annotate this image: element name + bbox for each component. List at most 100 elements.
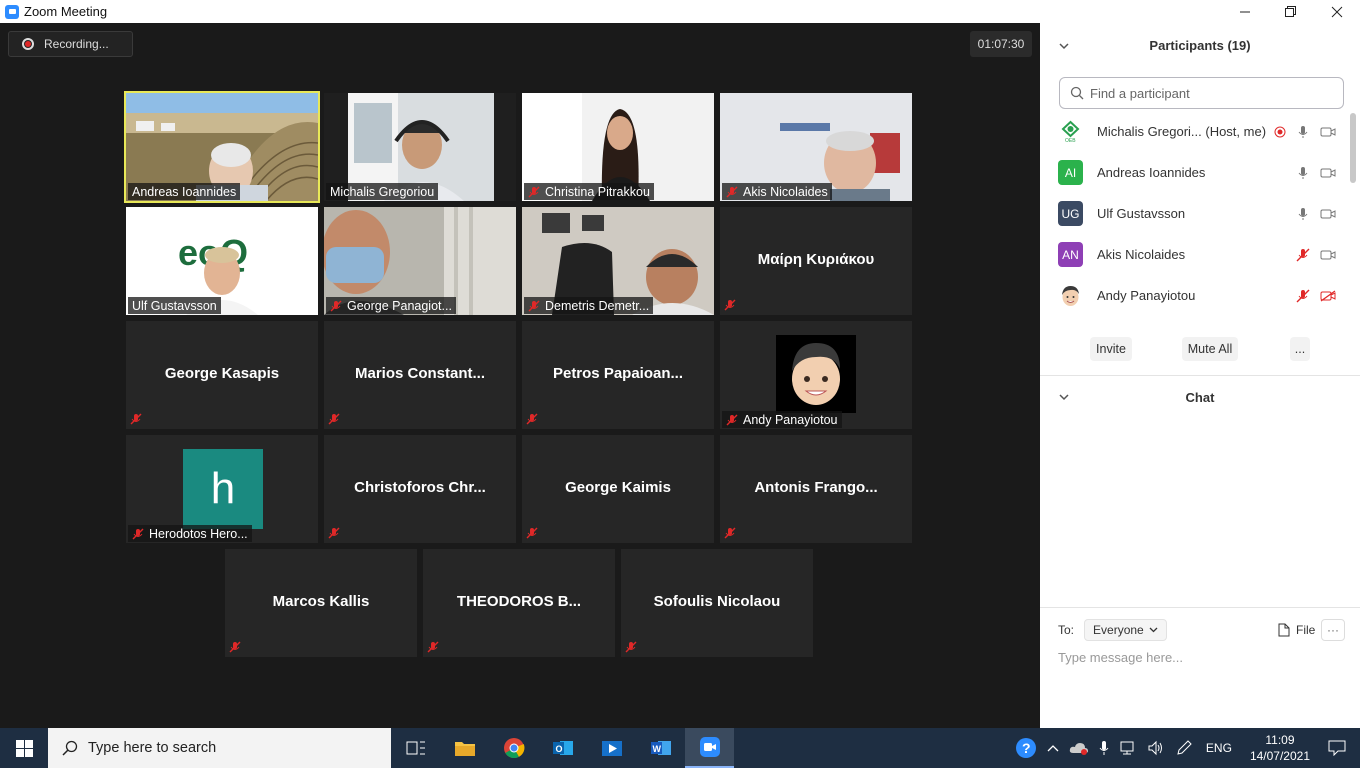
video-tile-michalis[interactable]: Michalis Gregoriou	[324, 93, 516, 201]
camera-icon[interactable]	[1320, 208, 1336, 220]
taskbar-search-input[interactable]: Type here to search	[48, 728, 391, 768]
video-tile-demetris[interactable]: Demetris Demetr...	[522, 207, 714, 315]
file-explorer-button[interactable]	[440, 728, 489, 768]
name-tile-theodoros[interactable]: THEODOROS B...	[423, 549, 615, 657]
video-tile-george-p[interactable]: George Panagiot...	[324, 207, 516, 315]
chevron-down-icon[interactable]	[1059, 41, 1069, 51]
camera-icon[interactable]	[1320, 249, 1336, 261]
participant-search-input[interactable]: Find a participant	[1059, 77, 1344, 109]
participant-row[interactable]: UG Ulf Gustavsson	[1040, 193, 1360, 234]
volume-button[interactable]	[1142, 740, 1170, 756]
task-view-button[interactable]	[391, 728, 440, 768]
notifications-button[interactable]	[1320, 740, 1360, 756]
initials-avatar: AI	[1058, 160, 1083, 185]
name-tile-antonis[interactable]: Antonis Frango...	[720, 435, 912, 543]
name-tile-christoforos[interactable]: Christoforos Chr...	[324, 435, 516, 543]
network-button[interactable]	[1114, 740, 1142, 756]
notification-icon	[1328, 740, 1346, 756]
muted-mic-icon	[229, 641, 241, 653]
memoji-avatar	[1058, 283, 1083, 308]
close-window-button[interactable]	[1314, 0, 1360, 23]
video-tile-akis[interactable]: Akis Nicolaides	[720, 93, 912, 201]
participant-name: Μαίρη Κυριάκου	[757, 251, 875, 268]
svg-text:O: O	[555, 744, 562, 754]
mic-icon[interactable]	[1296, 207, 1310, 221]
participant-row[interactable]: Andy Panayiotou	[1040, 275, 1360, 316]
mic-icon[interactable]	[1296, 125, 1310, 139]
name-tile-marios[interactable]: Marios Constant...	[324, 321, 516, 429]
muted-mic-icon	[528, 186, 540, 197]
avatar-tile-andy[interactable]: Andy Panayiotou	[720, 321, 912, 429]
video-tile-andreas[interactable]: Andreas Ioannides	[124, 91, 320, 203]
restore-button[interactable]	[1268, 0, 1314, 23]
participants-header: Participants (19)	[1040, 23, 1360, 68]
camera-icon[interactable]	[1320, 126, 1336, 138]
video-off-icon[interactable]	[1320, 289, 1336, 302]
recording-label: Recording...	[44, 37, 109, 51]
windows-taskbar: Type here to search O W ? ENG 11:09 14/0…	[0, 728, 1360, 768]
chat-message-input[interactable]: Type message here...	[1058, 650, 1183, 665]
recipient-dropdown[interactable]: Everyone	[1084, 619, 1167, 641]
participant-name: Marios Constant...	[354, 365, 485, 382]
name-tile-petros[interactable]: Petros Papaioan...	[522, 321, 714, 429]
chat-more-button[interactable]: ···	[1321, 619, 1345, 641]
muted-mic-icon	[724, 299, 736, 311]
camera-icon[interactable]	[1320, 167, 1336, 179]
participant-name: Michalis Gregori... (Host, me)	[1097, 124, 1267, 139]
name-tile-sofoulis[interactable]: Sofoulis Nicolaou	[621, 549, 813, 657]
video-tile-ulf[interactable]: eoQ Ulf Gustavsson	[126, 207, 318, 315]
word-button[interactable]: W	[636, 728, 685, 768]
participant-caption: Akis Nicolaides	[722, 183, 832, 200]
search-icon	[62, 740, 78, 756]
zoom-taskbar-button[interactable]	[685, 728, 734, 768]
title-bar: Zoom Meeting	[0, 0, 1360, 23]
mute-all-button[interactable]: Mute All	[1182, 337, 1238, 361]
name-tile-marcos[interactable]: Marcos Kallis	[225, 549, 417, 657]
meeting-timer: 01:07:30	[970, 31, 1032, 57]
chat-recipient-row: To: Everyone File ···	[1058, 619, 1348, 641]
participant-row[interactable]: AI Andreas Ioannides	[1040, 152, 1360, 193]
start-button[interactable]	[0, 728, 48, 768]
muted-mic-icon	[726, 414, 738, 425]
record-icon	[22, 38, 34, 50]
participant-row[interactable]: OEB Michalis Gregori... (Host, me)	[1040, 111, 1360, 152]
participant-row[interactable]: AN Akis Nicolaides	[1040, 234, 1360, 275]
system-clock[interactable]: 11:09 14/07/2021	[1240, 732, 1320, 764]
participant-name: Petros Papaioan...	[552, 365, 684, 382]
chevron-down-icon[interactable]	[1059, 392, 1069, 402]
onedrive-button[interactable]	[1064, 741, 1094, 755]
video-tile-christina[interactable]: Christina Pitrakkou	[522, 93, 714, 201]
microphone-tray-button[interactable]	[1094, 740, 1114, 756]
invite-button[interactable]: Invite	[1090, 337, 1132, 361]
participant-name: George Kaimis	[565, 479, 671, 496]
name-tile-george-kasapis[interactable]: George Kasapis	[126, 321, 318, 429]
show-hidden-icons-button[interactable]	[1042, 744, 1064, 752]
chrome-button[interactable]	[489, 728, 538, 768]
muted-mic-icon	[328, 527, 340, 539]
muted-mic-icon	[724, 527, 736, 539]
muted-mic-icon[interactable]	[1296, 289, 1310, 303]
mic-icon[interactable]	[1296, 166, 1310, 180]
muted-mic-icon[interactable]	[1296, 248, 1310, 262]
help-button[interactable]: ?	[1010, 737, 1042, 759]
more-options-button[interactable]: ...	[1290, 337, 1310, 361]
outlook-button[interactable]: O	[538, 728, 587, 768]
participant-name: Christoforos Chr...	[354, 479, 486, 496]
participant-list: OEB Michalis Gregori... (Host, me) AI An…	[1040, 111, 1360, 316]
recording-indicator[interactable]: Recording...	[8, 31, 133, 57]
minimize-button[interactable]	[1222, 0, 1268, 23]
letter-avatar: h	[183, 449, 263, 529]
participant-name: Andy Panayiotou	[1097, 288, 1196, 303]
name-tile-george-kaimis[interactable]: George Kaimis	[522, 435, 714, 543]
file-button[interactable]: File	[1278, 623, 1315, 637]
file-label: File	[1296, 623, 1316, 637]
language-indicator[interactable]: ENG	[1198, 741, 1240, 755]
avatar-tile-herodotos[interactable]: h Herodotos Hero...	[126, 435, 318, 543]
folder-icon	[454, 742, 475, 756]
memoji-avatar	[776, 335, 856, 413]
name-tile-mairi[interactable]: Μαίρη Κυριάκου	[720, 207, 912, 315]
cloud-icon	[1069, 743, 1088, 755]
media-player-button[interactable]	[587, 728, 636, 768]
pen-button[interactable]	[1170, 739, 1198, 757]
to-label: To:	[1058, 623, 1075, 637]
